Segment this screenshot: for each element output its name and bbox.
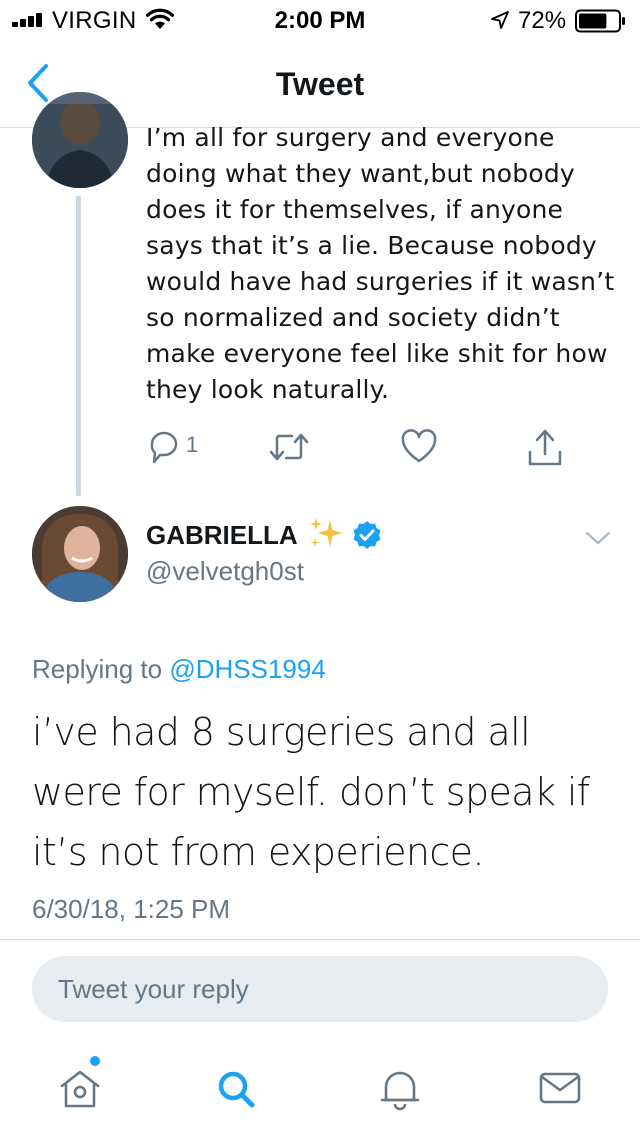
location-arrow-icon	[491, 11, 509, 29]
author-name[interactable]: GABRIELLA	[146, 520, 298, 551]
like-button[interactable]	[400, 428, 438, 468]
mention-link[interactable]: @DHSS1994	[169, 654, 325, 684]
reply-button[interactable]	[146, 428, 184, 468]
replying-to: Replying to @DHSS1994	[32, 654, 326, 685]
share-button[interactable]	[526, 428, 564, 468]
reply-count: 1	[186, 432, 199, 457]
battery-icon	[575, 9, 625, 33]
tweet-text: i’ve had 8 surgeries and all were for my…	[32, 710, 590, 874]
reply-box	[32, 956, 608, 1022]
tab-search[interactable]	[206, 1058, 266, 1118]
retweet-icon	[269, 433, 309, 461]
share-icon	[528, 429, 562, 466]
tab-notifications[interactable]	[370, 1058, 430, 1118]
avatar-image	[32, 506, 128, 602]
messages-icon	[539, 1072, 581, 1104]
new-content-dot	[90, 1056, 100, 1066]
avatar[interactable]	[32, 92, 128, 188]
avatar[interactable]	[32, 506, 128, 602]
verified-badge-icon	[353, 521, 381, 549]
chevron-down-icon[interactable]	[584, 528, 612, 548]
sparkles-icon	[310, 518, 342, 547]
reply-input[interactable]	[32, 956, 608, 1022]
home-icon	[60, 1070, 100, 1108]
retweet-button[interactable]	[268, 428, 310, 468]
reply-icon	[150, 431, 178, 464]
divider	[0, 939, 640, 940]
battery-percent: 72%	[518, 7, 567, 34]
status-bar: VIRGIN 2:00 PM 72%	[0, 0, 640, 40]
thread-line	[76, 196, 81, 496]
author-handle[interactable]: @velvetgh0st	[146, 556, 304, 587]
replying-to-prefix: Replying to	[32, 654, 163, 684]
notifications-icon	[380, 1071, 420, 1111]
tab-messages[interactable]	[530, 1058, 590, 1118]
parent-tweet-text: I’m all for surgery and everyone doing w…	[146, 123, 615, 404]
search-icon	[218, 1071, 255, 1108]
like-icon	[401, 429, 437, 463]
tab-home[interactable]	[50, 1058, 110, 1118]
tweet-timestamp: 6/30/18, 1:25 PM	[32, 894, 231, 924]
avatar-image	[32, 92, 128, 188]
